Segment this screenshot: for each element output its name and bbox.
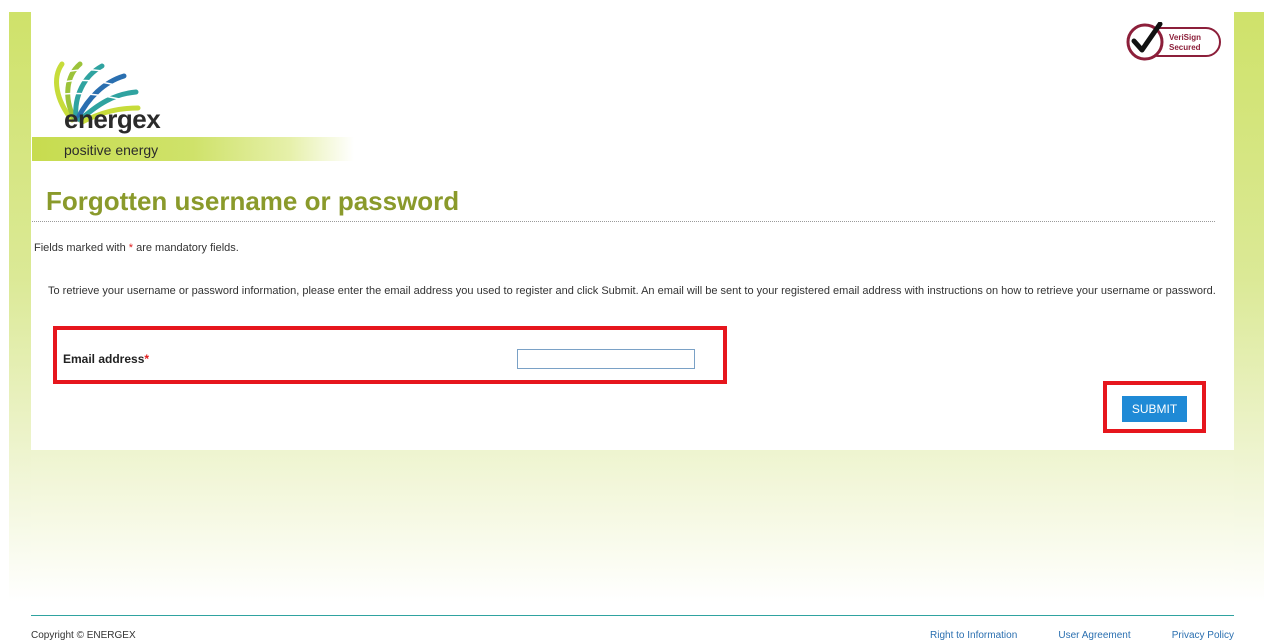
- copyright-text: Copyright © ENERGEX: [31, 630, 136, 641]
- footer-divider: [31, 615, 1234, 616]
- title-divider: [32, 221, 1215, 222]
- email-field-highlight: [53, 326, 727, 384]
- page-title: Forgotten username or password: [46, 186, 460, 216]
- footer-links: Right to Information User Agreement Priv…: [930, 630, 1234, 641]
- page: VeriSign Secured energex positive energy…: [0, 0, 1264, 641]
- right-gradient-bar: [1234, 12, 1264, 602]
- seal-text-1: VeriSign: [1169, 33, 1201, 42]
- seal-text-2: Secured: [1169, 43, 1201, 52]
- mandatory-note-prefix: Fields marked with: [34, 242, 129, 254]
- logo-wordmark[interactable]: energex: [64, 104, 161, 135]
- bottom-gradient: [31, 450, 1234, 602]
- mandatory-note: Fields marked with * are mandatory field…: [34, 242, 239, 254]
- tagline: positive energy: [64, 142, 159, 158]
- footer-link-privacy-policy[interactable]: Privacy Policy: [1172, 630, 1234, 641]
- footer-link-right-to-information[interactable]: Right to Information: [930, 630, 1017, 641]
- mandatory-note-suffix: are mandatory fields.: [133, 242, 239, 254]
- footer-link-user-agreement[interactable]: User Agreement: [1058, 630, 1130, 641]
- left-gradient-bar: [9, 12, 31, 602]
- submit-highlight: [1103, 381, 1206, 433]
- verisign-secured-icon[interactable]: VeriSign Secured: [1126, 22, 1222, 62]
- instructions-text: To retrieve your username or password in…: [48, 285, 1216, 297]
